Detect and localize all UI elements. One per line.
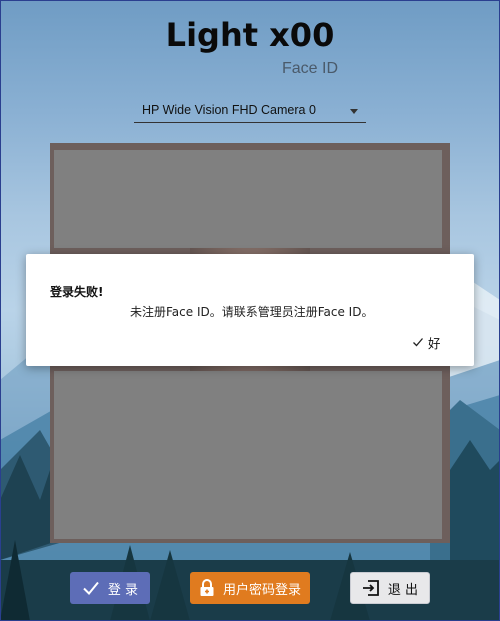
app-subtitle: Face ID (282, 60, 339, 77)
dialog-ok-label: 好 (428, 335, 441, 351)
privacy-mask-top (54, 150, 442, 248)
dialog-ok-button[interactable]: 好 (412, 331, 441, 353)
lock-icon (200, 579, 214, 596)
camera-select-value: HP Wide Vision FHD Camera 0 (142, 103, 316, 117)
check-icon (83, 581, 99, 595)
exit-icon (362, 580, 379, 596)
camera-select[interactable]: HP Wide Vision FHD Camera 0 (134, 100, 366, 123)
exit-button-label: 退 出 (387, 582, 419, 598)
dialog-message: 未注册Face ID。请联系管理员注册Face ID。 (130, 305, 374, 319)
login-button[interactable]: 登 录 (70, 572, 150, 604)
check-icon (413, 338, 423, 347)
exit-button[interactable]: 退 出 (350, 572, 430, 604)
login-failed-dialog: 登录失败! 未注册Face ID。请联系管理员注册Face ID。 好 (26, 254, 474, 366)
login-button-label: 登 录 (107, 582, 139, 598)
password-login-button[interactable]: 用户密码登录 (190, 572, 310, 604)
app-title: Light x00 (165, 16, 335, 54)
privacy-mask-bottom (54, 371, 442, 539)
password-login-button-label: 用户密码登录 (222, 582, 301, 598)
dialog-title: 登录失败! (50, 285, 104, 299)
chevron-down-icon (350, 109, 358, 114)
